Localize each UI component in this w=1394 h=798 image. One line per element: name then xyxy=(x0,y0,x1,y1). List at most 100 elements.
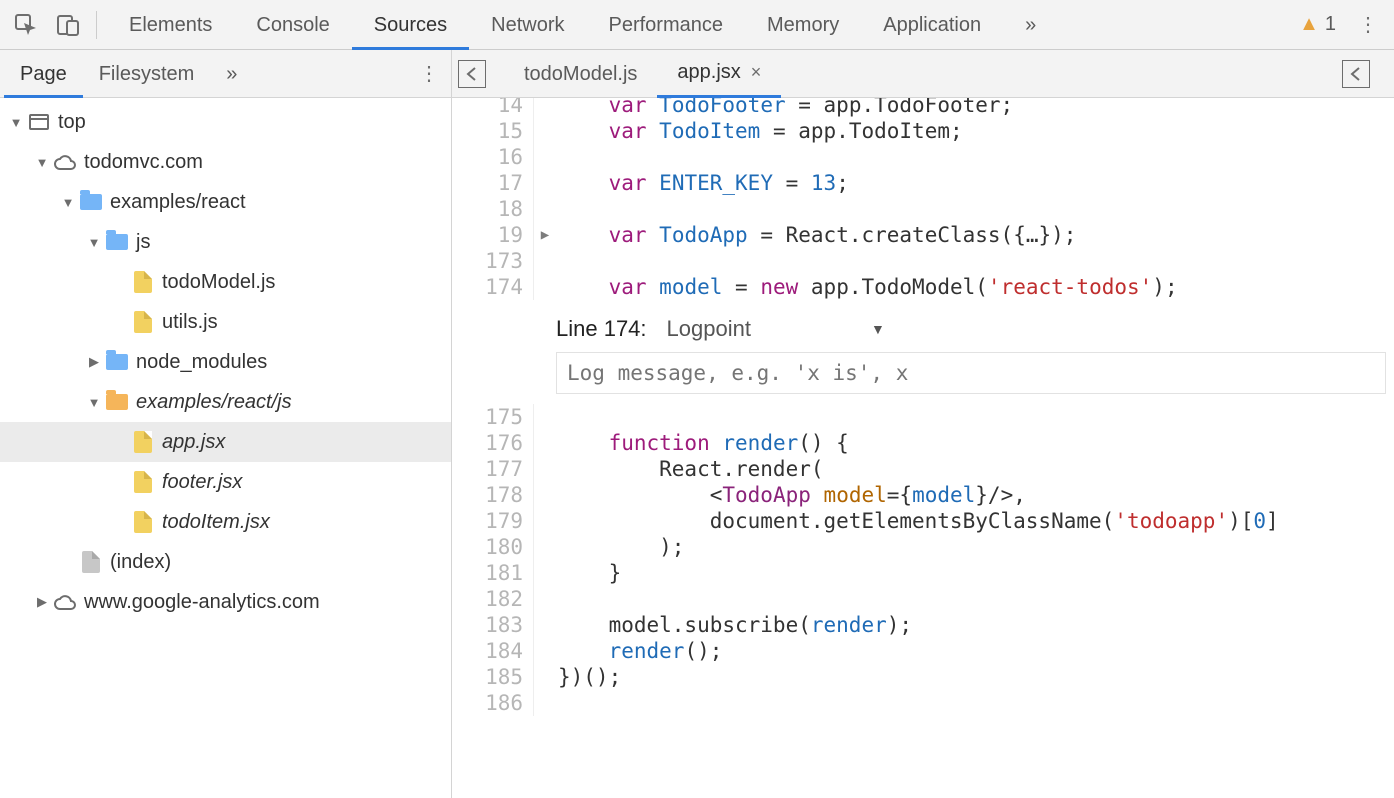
file-tab-label: todoModel.js xyxy=(524,50,637,98)
tab-network[interactable]: Network xyxy=(469,0,586,50)
sidebar-tab-filesystem[interactable]: Filesystem xyxy=(83,50,211,98)
fold-icon[interactable]: ▶ xyxy=(534,222,556,248)
toggle-right-pane-button[interactable] xyxy=(1342,60,1370,88)
line-number[interactable]: 179 xyxy=(452,508,534,534)
file-icon xyxy=(134,311,152,333)
more-tabs-button[interactable]: » xyxy=(1003,0,1058,50)
line-number[interactable]: 175 xyxy=(452,404,534,430)
code-line[interactable]: 15 var TodoItem = app.TodoItem; xyxy=(452,118,1394,144)
tree-item-label: www.google-analytics.com xyxy=(84,591,320,614)
code-line[interactable]: 178 <TodoApp model={model}/>, xyxy=(452,482,1394,508)
logpoint-type-label: Logpoint xyxy=(667,316,751,342)
tree-folder[interactable]: ▼examples/react/js xyxy=(0,382,451,422)
line-number[interactable]: 181 xyxy=(452,560,534,586)
tree-folder[interactable]: ▼js xyxy=(0,222,451,262)
tree-folder[interactable]: ▶node_modules xyxy=(0,342,451,382)
tree-top[interactable]: ▼top xyxy=(0,102,451,142)
line-number[interactable]: 19 xyxy=(452,222,534,248)
settings-kebab-icon[interactable]: ⋮ xyxy=(1350,12,1386,37)
code-line[interactable]: 174 var model = new app.TodoModel('react… xyxy=(452,274,1394,300)
line-number[interactable]: 177 xyxy=(452,456,534,482)
line-number[interactable]: 174 xyxy=(452,274,534,300)
file-tab[interactable]: app.jsx× xyxy=(657,50,781,98)
sidebar-more-button[interactable]: » xyxy=(210,50,253,98)
logpoint-type-dropdown[interactable]: Logpoint ▼ xyxy=(667,316,885,342)
code-line[interactable]: 173 xyxy=(452,248,1394,274)
tree-arrow-icon: ▼ xyxy=(86,395,102,410)
tree-item-label: todomvc.com xyxy=(84,151,203,174)
tree-file[interactable]: todoModel.js xyxy=(0,262,451,302)
code-line[interactable]: 177 React.render( xyxy=(452,456,1394,482)
tree-file[interactable]: utils.js xyxy=(0,302,451,342)
tree-arrow-icon: ▼ xyxy=(86,235,102,250)
line-number[interactable]: 14 xyxy=(452,98,534,118)
code-line[interactable]: 184 render(); xyxy=(452,638,1394,664)
code-line[interactable]: 18 xyxy=(452,196,1394,222)
code-text: document.getElementsByClassName('todoapp… xyxy=(556,508,1279,534)
tab-application[interactable]: Application xyxy=(861,0,1003,50)
sources-sidebar: PageFilesystem » ⋮ ▼top▼todomvc.com▼exam… xyxy=(0,50,452,798)
line-number[interactable]: 16 xyxy=(452,144,534,170)
code-line[interactable]: 180 ); xyxy=(452,534,1394,560)
warnings-indicator[interactable]: ▲ 1 xyxy=(1299,13,1336,36)
code-line[interactable]: 19▶ var TodoApp = React.createClass({…})… xyxy=(452,222,1394,248)
code-scroll[interactable]: 13 app.COMPLETED_TODOS = 'completed';14 … xyxy=(452,98,1394,798)
line-number[interactable]: 184 xyxy=(452,638,534,664)
code-text: })(); xyxy=(556,664,621,690)
tree-arrow-icon: ▶ xyxy=(86,354,102,370)
tree-file[interactable]: (index) xyxy=(0,542,451,582)
code-line[interactable]: 181 } xyxy=(452,560,1394,586)
tree-domain[interactable]: ▶www.google-analytics.com xyxy=(0,582,451,622)
frame-icon xyxy=(29,114,49,130)
code-line[interactable]: 16 xyxy=(452,144,1394,170)
nav-back-button[interactable] xyxy=(458,60,486,88)
line-number[interactable]: 176 xyxy=(452,430,534,456)
line-number[interactable]: 185 xyxy=(452,664,534,690)
tree-file[interactable]: app.jsx xyxy=(0,422,451,462)
code-line[interactable]: 176 function render() { xyxy=(452,430,1394,456)
tab-console[interactable]: Console xyxy=(234,0,351,50)
line-number[interactable]: 15 xyxy=(452,118,534,144)
line-number[interactable]: 178 xyxy=(452,482,534,508)
code-line[interactable]: 185 })(); xyxy=(452,664,1394,690)
sidebar-kebab-icon[interactable]: ⋮ xyxy=(411,61,447,86)
top-tabs: ElementsConsoleSourcesNetworkPerformance… xyxy=(107,0,1003,50)
code-line[interactable]: 183 model.subscribe(render); xyxy=(452,612,1394,638)
tab-elements[interactable]: Elements xyxy=(107,0,234,50)
code-line[interactable]: 179 document.getElementsByClassName('tod… xyxy=(452,508,1394,534)
tab-sources[interactable]: Sources xyxy=(352,0,469,50)
code-line[interactable]: 186 xyxy=(452,690,1394,716)
tree-file[interactable]: todoItem.jsx xyxy=(0,502,451,542)
code-line[interactable]: 182 xyxy=(452,586,1394,612)
cloud-icon xyxy=(53,153,77,171)
file-tab[interactable]: todoModel.js xyxy=(504,50,657,98)
code-line[interactable]: 14 var TodoFooter = app.TodoFooter; xyxy=(452,98,1394,118)
line-number[interactable]: 180 xyxy=(452,534,534,560)
code-text: } xyxy=(556,560,621,586)
sidebar-tabs: PageFilesystem » ⋮ xyxy=(0,50,451,98)
tree-item-label: app.jsx xyxy=(162,431,225,454)
tree-domain[interactable]: ▼todomvc.com xyxy=(0,142,451,182)
code-line[interactable]: 175 xyxy=(452,404,1394,430)
sidebar-tab-page[interactable]: Page xyxy=(4,50,83,98)
line-number[interactable]: 173 xyxy=(452,248,534,274)
logpoint-input[interactable] xyxy=(556,352,1386,394)
tab-memory[interactable]: Memory xyxy=(745,0,861,50)
tree-file[interactable]: footer.jsx xyxy=(0,462,451,502)
inspect-element-icon[interactable] xyxy=(8,7,44,43)
line-number[interactable]: 183 xyxy=(452,612,534,638)
line-number[interactable]: 17 xyxy=(452,170,534,196)
line-number[interactable]: 186 xyxy=(452,690,534,716)
tree-folder[interactable]: ▼examples/react xyxy=(0,182,451,222)
tree-item-label: utils.js xyxy=(162,311,218,334)
device-toggle-icon[interactable] xyxy=(50,7,86,43)
close-icon[interactable]: × xyxy=(751,48,762,96)
line-number[interactable]: 18 xyxy=(452,196,534,222)
code-line[interactable]: 17 var ENTER_KEY = 13; xyxy=(452,170,1394,196)
tab-performance[interactable]: Performance xyxy=(587,0,746,50)
logpoint-panel: Line 174: Logpoint ▼ xyxy=(452,308,1394,394)
devtools-tabs-bar: ElementsConsoleSourcesNetworkPerformance… xyxy=(0,0,1394,50)
folder-icon xyxy=(106,234,128,250)
line-number[interactable]: 182 xyxy=(452,586,534,612)
code-text: var TodoFooter = app.TodoFooter; xyxy=(556,98,1013,118)
